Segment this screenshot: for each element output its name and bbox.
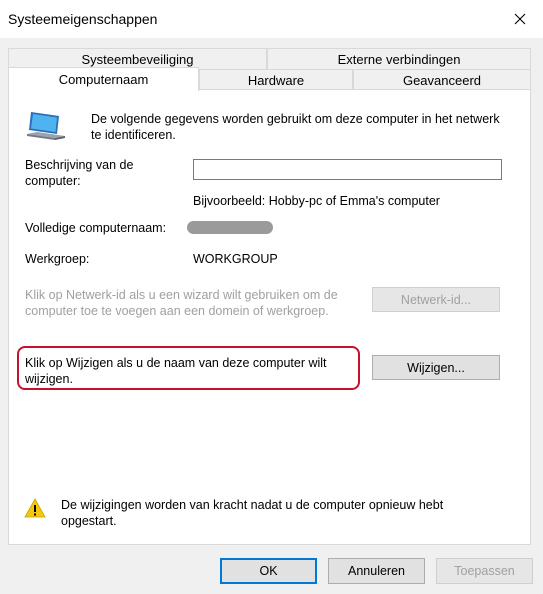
tab-label: Hardware <box>247 72 305 88</box>
cancel-button[interactable]: Annuleren <box>328 558 425 584</box>
tab-externe-verbindingen[interactable]: Externe verbindingen <box>267 48 531 69</box>
apply-button[interactable]: Toepassen <box>436 558 533 584</box>
close-button[interactable] <box>497 0 543 38</box>
cancel-button-label: Annuleren <box>348 564 405 578</box>
tab-geavanceerd[interactable]: Geavanceerd <box>353 69 531 90</box>
tab-label: Geavanceerd <box>402 72 482 88</box>
computer-name-redacted <box>187 221 273 234</box>
tab-label: Systeembeveiliging <box>81 51 194 67</box>
change-text: Klik op Wijzigen als u de naam van deze … <box>25 356 327 386</box>
intro-text: De volgende gegevens worden gebruikt om … <box>91 112 500 142</box>
change-button[interactable]: Wijzigen... <box>372 355 500 380</box>
example-text: Bijvoorbeeld: Hobby-pc of Emma's compute… <box>193 194 440 208</box>
close-icon <box>514 13 526 25</box>
ok-button[interactable]: OK <box>220 558 317 584</box>
workgroup-value: WORKGROUP <box>193 252 278 266</box>
computer-icon <box>27 112 65 140</box>
change-button-label: Wijzigen... <box>407 360 465 375</box>
description-label: Beschrijving van de computer: <box>25 158 134 188</box>
tab-hardware[interactable]: Hardware <box>199 69 353 90</box>
netid-text: Klik op Netwerk-id als u een wizard wilt… <box>25 288 338 318</box>
window-title: Systeemeigenschappen <box>8 11 158 27</box>
title-bar: Systeemeigenschappen <box>0 0 543 38</box>
netid-button-label: Netwerk-id... <box>400 292 472 307</box>
description-input[interactable] <box>193 159 502 180</box>
tab-label: Externe verbindingen <box>337 51 461 67</box>
ok-button-label: OK <box>259 564 278 578</box>
warning-text: De wijzigingen worden van kracht nadat u… <box>61 498 444 528</box>
tab-systeembeveiliging[interactable]: Systeembeveiliging <box>8 48 267 69</box>
tab-label: Computernaam <box>58 72 149 87</box>
warning-icon <box>24 498 46 518</box>
tab-computernaam[interactable]: Computernaam <box>8 67 199 91</box>
workgroup-label: Werkgroep: <box>25 252 90 266</box>
netid-button[interactable]: Netwerk-id... <box>372 287 500 312</box>
fullname-label: Volledige computernaam: <box>25 221 167 235</box>
apply-button-label: Toepassen <box>454 564 515 578</box>
